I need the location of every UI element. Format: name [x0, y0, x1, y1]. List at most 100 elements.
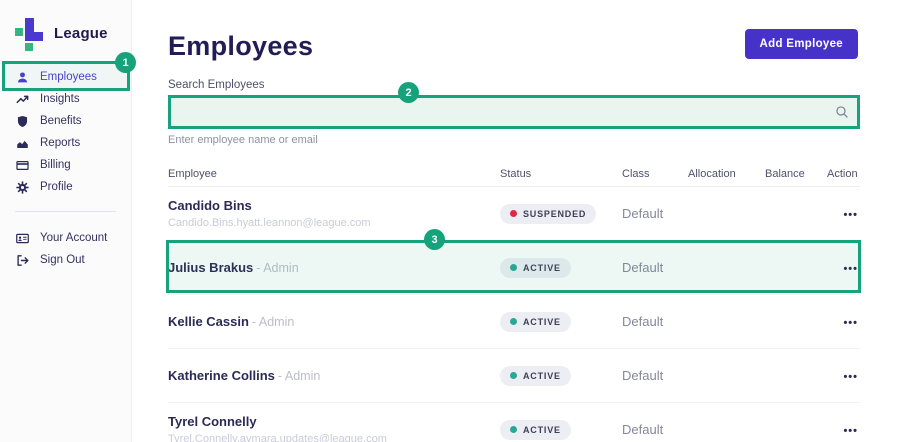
status-dot-icon: [510, 210, 517, 217]
employee-role: - Admin: [251, 314, 295, 329]
status-label: ACTIVE: [523, 424, 561, 435]
league-logo-icon: [15, 15, 45, 51]
sidebar-footer-nav: Your Account Sign Out: [0, 227, 131, 271]
sidebar: League Employees Insights Benefits Reports B…: [0, 0, 132, 442]
sidebar-item-billing[interactable]: Billing: [0, 154, 131, 176]
class-cell: Default: [622, 422, 664, 437]
app-window: League Employees Insights Benefits Reports B…: [0, 0, 900, 442]
column-header-status: Status: [500, 168, 532, 180]
search-field-wrap: [168, 95, 860, 129]
class-cell: Default: [622, 260, 664, 275]
sidebar-item-label: Your Account: [40, 232, 108, 244]
gear-icon: [16, 180, 29, 194]
trend-icon: [16, 93, 29, 106]
employee-cell: Kellie Cassin - Admin: [168, 313, 500, 329]
sidebar-item-label: Profile: [40, 181, 73, 193]
table-row[interactable]: Candido Bins Candido.Bins.hyatt.leannon@l…: [168, 187, 860, 241]
status-label: ACTIVE: [523, 316, 561, 327]
row-actions-button[interactable]: •••: [843, 371, 858, 383]
status-cell: ACTIVE: [500, 311, 622, 332]
search-label: Search Employees: [168, 79, 265, 91]
table-body: Candido Bins Candido.Bins.hyatt.leannon@l…: [168, 187, 860, 442]
person-icon: [16, 71, 29, 84]
status-label: ACTIVE: [523, 262, 561, 273]
sidebar-item-label: Employees: [40, 71, 97, 83]
employee-name: Kellie Cassin - Admin: [168, 313, 295, 329]
status-cell: SUSPENDED: [500, 203, 622, 224]
employee-name: Julius Brakus - Admin: [168, 259, 299, 275]
status-badge: ACTIVE: [500, 419, 571, 440]
chart-icon: [16, 137, 29, 150]
sidebar-item-label: Reports: [40, 137, 81, 149]
status-badge: ACTIVE: [500, 257, 571, 278]
action-cell: •••: [827, 259, 860, 277]
sidebar-divider: [15, 211, 116, 212]
brand-name: League: [54, 24, 108, 42]
employee-cell: Candido Bins Candido.Bins.hyatt.leannon@l…: [168, 197, 500, 229]
sidebar-item-your-account[interactable]: Your Account: [0, 227, 131, 249]
sidebar-item-employees[interactable]: Employees: [0, 66, 131, 88]
brand-logo: League: [0, 0, 131, 51]
sidebar-item-insights[interactable]: Insights: [0, 88, 131, 110]
column-header-allocation: Allocation: [688, 168, 736, 180]
add-employee-button[interactable]: Add Employee: [744, 29, 858, 59]
employee-cell: Julius Brakus - Admin: [168, 259, 500, 275]
search-helper-text: Enter employee name or email: [168, 134, 318, 146]
action-cell: •••: [827, 313, 860, 331]
status-cell: ACTIVE: [500, 257, 622, 278]
row-actions-button[interactable]: •••: [843, 209, 858, 221]
column-header-class: Class: [622, 168, 650, 180]
main-content: Employees Add Employee Search Employees …: [132, 0, 900, 442]
status-badge: ACTIVE: [500, 365, 571, 386]
table-row[interactable]: Tyrel Connelly Tyrel.Connelly.aymara.upda…: [168, 403, 860, 442]
employee-name: Katherine Collins - Admin: [168, 367, 321, 383]
id-card-icon: [16, 232, 29, 245]
sign-out-icon: [16, 254, 29, 267]
action-cell: •••: [827, 367, 860, 385]
employee-name: Tyrel Connelly: [168, 413, 257, 429]
column-header-employee: Employee: [168, 168, 217, 180]
action-cell: •••: [827, 205, 860, 223]
status-cell: ACTIVE: [500, 419, 622, 440]
sidebar-item-label: Billing: [40, 159, 71, 171]
status-dot-icon: [510, 372, 517, 379]
search-input[interactable]: [168, 95, 860, 129]
class-cell: Default: [622, 368, 664, 383]
column-header-balance: Balance: [765, 168, 805, 180]
sidebar-item-label: Benefits: [40, 115, 82, 127]
class-cell: Default: [622, 314, 664, 329]
row-actions-button[interactable]: •••: [843, 317, 858, 329]
class-cell: Default: [622, 206, 664, 221]
sidebar-item-sign-out[interactable]: Sign Out: [0, 249, 131, 271]
employee-cell: Tyrel Connelly Tyrel.Connelly.aymara.upda…: [168, 413, 500, 442]
status-dot-icon: [510, 426, 517, 433]
sidebar-nav: Employees Insights Benefits Reports Billing P…: [0, 66, 131, 198]
row-actions-button[interactable]: •••: [843, 263, 858, 275]
status-dot-icon: [510, 318, 517, 325]
status-cell: ACTIVE: [500, 365, 622, 386]
status-badge: ACTIVE: [500, 311, 571, 332]
sidebar-item-benefits[interactable]: Benefits: [0, 110, 131, 132]
employee-role: - Admin: [277, 368, 321, 383]
employee-role: - Admin: [256, 260, 299, 275]
sidebar-item-reports[interactable]: Reports: [0, 132, 131, 154]
employee-cell: Katherine Collins - Admin: [168, 367, 500, 383]
status-dot-icon: [510, 264, 517, 271]
shield-icon: [16, 115, 29, 128]
table-row[interactable]: Julius Brakus - Admin ACTIVE Default •••: [168, 241, 860, 295]
sidebar-item-profile[interactable]: Profile: [0, 176, 131, 198]
sidebar-item-label: Sign Out: [40, 254, 85, 266]
status-label: SUSPENDED: [523, 208, 587, 219]
employees-table: Employee Status Class Allocation Balance Acti…: [168, 160, 860, 442]
table-header-row: Employee Status Class Allocation Balance Acti…: [168, 160, 860, 187]
status-label: ACTIVE: [523, 370, 561, 381]
table-row[interactable]: Katherine Collins - Admin ACTIVE Default •••: [168, 349, 860, 403]
employee-name: Candido Bins: [168, 197, 252, 213]
column-header-action: Action: [827, 168, 858, 180]
action-cell: •••: [827, 421, 860, 439]
row-actions-button[interactable]: •••: [843, 425, 858, 437]
card-icon: [16, 159, 29, 172]
table-row[interactable]: Kellie Cassin - Admin ACTIVE Default •••: [168, 295, 860, 349]
sidebar-item-label: Insights: [40, 93, 80, 105]
employee-email: Candido.Bins.hyatt.leannon@league.com: [168, 216, 371, 229]
